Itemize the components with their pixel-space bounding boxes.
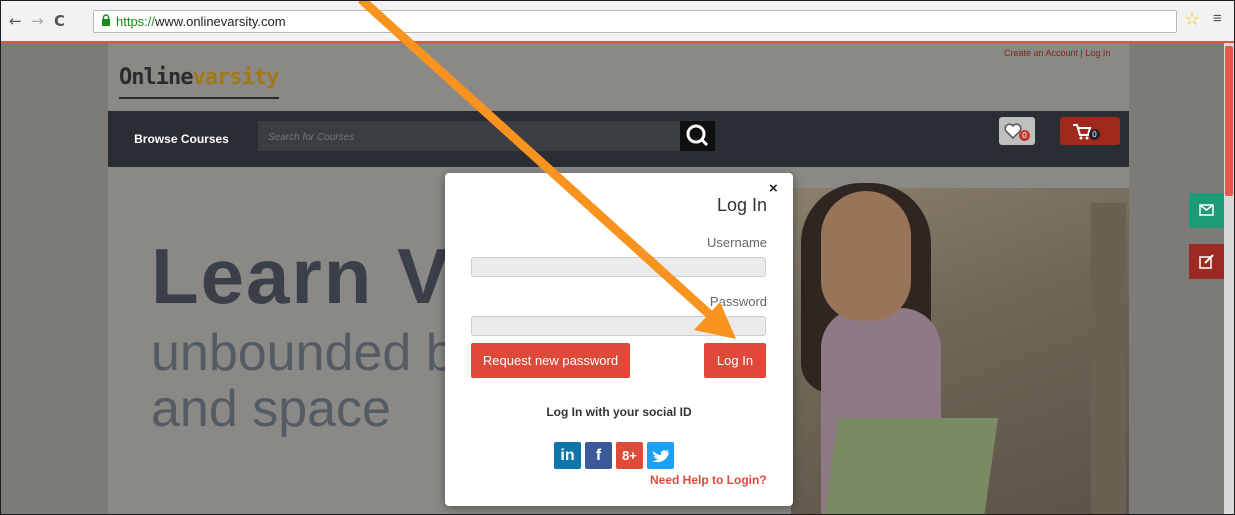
password-field[interactable] bbox=[471, 316, 766, 336]
request-password-button[interactable]: Request new password bbox=[471, 343, 630, 378]
search-button[interactable] bbox=[680, 121, 715, 151]
feedback-edit-button[interactable] bbox=[1189, 244, 1224, 279]
search-icon bbox=[686, 124, 709, 147]
search-box bbox=[258, 121, 680, 153]
modal-title: Log In bbox=[716, 195, 767, 215]
browser-window: ← → C https://www.onlinevarsity.com ☆ ≡ … bbox=[0, 0, 1235, 515]
logo-underline bbox=[119, 97, 279, 99]
address-bar[interactable]: https://www.onlinevarsity.com bbox=[93, 10, 1177, 33]
twitter-bird-icon bbox=[652, 450, 669, 463]
login-modal: × Log In Username Password Request new p… bbox=[445, 173, 793, 506]
scrollbar-thumb[interactable] bbox=[1225, 46, 1233, 196]
password-label: Password bbox=[709, 294, 767, 309]
google-plus-icon[interactable]: 8+ bbox=[616, 442, 643, 469]
cart-button[interactable]: 0 bbox=[1060, 117, 1120, 145]
hero-photo-face bbox=[821, 191, 911, 321]
hero-subline-1: unbounded by bbox=[151, 324, 481, 382]
lock-icon bbox=[102, 14, 110, 26]
back-icon[interactable]: ← bbox=[9, 12, 22, 30]
edit-icon bbox=[1199, 254, 1214, 269]
url-text: https://www.onlinevarsity.com bbox=[116, 14, 286, 29]
social-login-heading: Log In with your social ID bbox=[546, 405, 692, 419]
twitter-icon[interactable] bbox=[647, 442, 674, 469]
mail-icon bbox=[1199, 204, 1214, 216]
need-help-link[interactable]: Need Help to Login? bbox=[650, 473, 767, 487]
account-links[interactable]: Create an Account | Log In bbox=[1004, 48, 1110, 58]
site-logo[interactable]: Onlinevarsity bbox=[119, 65, 279, 90]
username-field[interactable] bbox=[471, 257, 766, 277]
linkedin-icon[interactable]: in bbox=[554, 442, 581, 469]
username-label: Username bbox=[707, 235, 767, 250]
login-button[interactable]: Log In bbox=[704, 343, 766, 378]
browse-courses-button[interactable]: Browse Courses bbox=[108, 111, 255, 167]
main-navbar: Browse Courses 0 bbox=[108, 111, 1129, 167]
hero-subline-2: and space bbox=[151, 380, 391, 438]
hero-photo-laptop bbox=[823, 418, 999, 514]
bookmark-star-icon[interactable]: ☆ bbox=[1184, 9, 1200, 30]
close-icon[interactable]: × bbox=[769, 180, 778, 197]
hero-photo-tree bbox=[1091, 203, 1126, 514]
forward-icon[interactable]: → bbox=[31, 12, 44, 30]
browser-menu-icon[interactable]: ≡ bbox=[1213, 10, 1222, 27]
cart-count-badge: 0 bbox=[1089, 129, 1100, 140]
wishlist-count-badge: 0 bbox=[1019, 130, 1030, 141]
hero-headline: Learn Vi bbox=[151, 232, 474, 320]
heart-icon bbox=[1004, 123, 1022, 140]
search-input[interactable] bbox=[258, 121, 680, 153]
contact-mail-button[interactable] bbox=[1189, 193, 1224, 228]
wishlist-button[interactable]: 0 bbox=[999, 117, 1035, 145]
browser-toolbar: ← → C https://www.onlinevarsity.com ☆ ≡ bbox=[1, 1, 1234, 42]
reload-icon[interactable]: C bbox=[54, 12, 65, 30]
facebook-icon[interactable]: f bbox=[585, 442, 612, 469]
